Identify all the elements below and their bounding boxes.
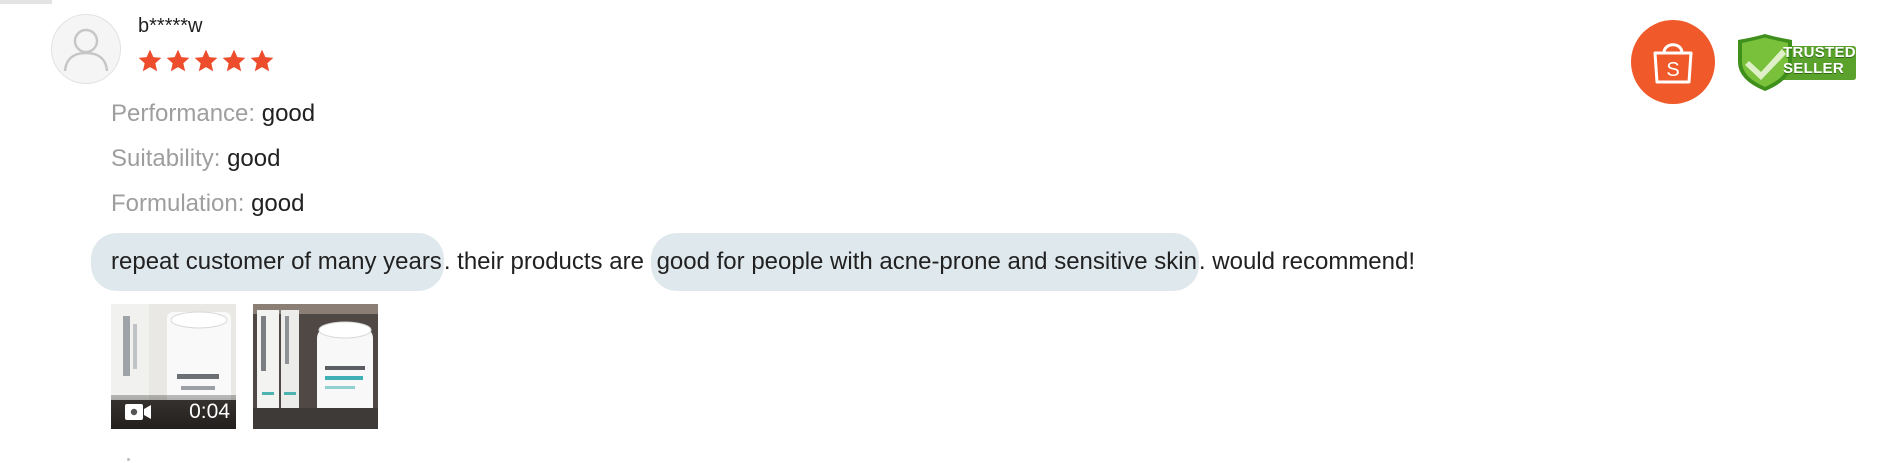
review-text-segment: . their products are: [443, 248, 651, 275]
review-text: repeat customer of many years. their pro…: [91, 233, 1415, 291]
divider: [127, 458, 130, 461]
reviewer-username: b*****w: [138, 15, 203, 37]
avatar[interactable]: [51, 14, 121, 84]
attribute-value: good: [251, 190, 305, 217]
star-rating: [137, 48, 275, 74]
review-card: b*****w S TRUSTED SELLER Performance: go…: [0, 0, 1901, 463]
review-text-segment: . would recommend!: [1198, 248, 1416, 275]
attribute-label: Suitability:: [111, 145, 221, 172]
video-duration: 0:04: [189, 400, 230, 423]
star-icon: [194, 49, 218, 72]
highlight-phrase: repeat customer of many years: [91, 233, 444, 291]
attribute-suitability: Suitability: good: [111, 144, 280, 174]
star-icon: [166, 49, 190, 72]
star-icon: [250, 49, 274, 72]
highlight-phrase: good for people with acne-prone and sens…: [650, 233, 1199, 291]
attribute-value: good: [227, 145, 281, 172]
attribute-formulation: Formulation: good: [111, 189, 304, 219]
product-photo: [253, 304, 378, 429]
video-overlay: 0:04: [111, 395, 236, 429]
trusted-seller-label: TRUSTED SELLER: [1783, 44, 1856, 77]
attribute-value: good: [261, 100, 316, 127]
shopping-bag-icon: S: [1653, 43, 1693, 84]
video-camera-icon: [125, 403, 151, 421]
attribute-label: Performance:: [111, 100, 256, 127]
star-icon: [138, 49, 162, 72]
shop-badge-letter: S: [1666, 59, 1679, 81]
divider: [0, 0, 52, 4]
review-image-thumbnail[interactable]: [253, 304, 378, 429]
trusted-seller-badge: TRUSTED SELLER: [1735, 34, 1857, 92]
shop-badge: S: [1631, 20, 1715, 104]
review-video-thumbnail[interactable]: 0:04: [111, 304, 236, 429]
user-placeholder-icon: [63, 28, 109, 72]
attribute-performance: Performance: good: [111, 99, 315, 129]
attribute-label: Formulation:: [111, 190, 245, 217]
star-icon: [222, 49, 246, 72]
